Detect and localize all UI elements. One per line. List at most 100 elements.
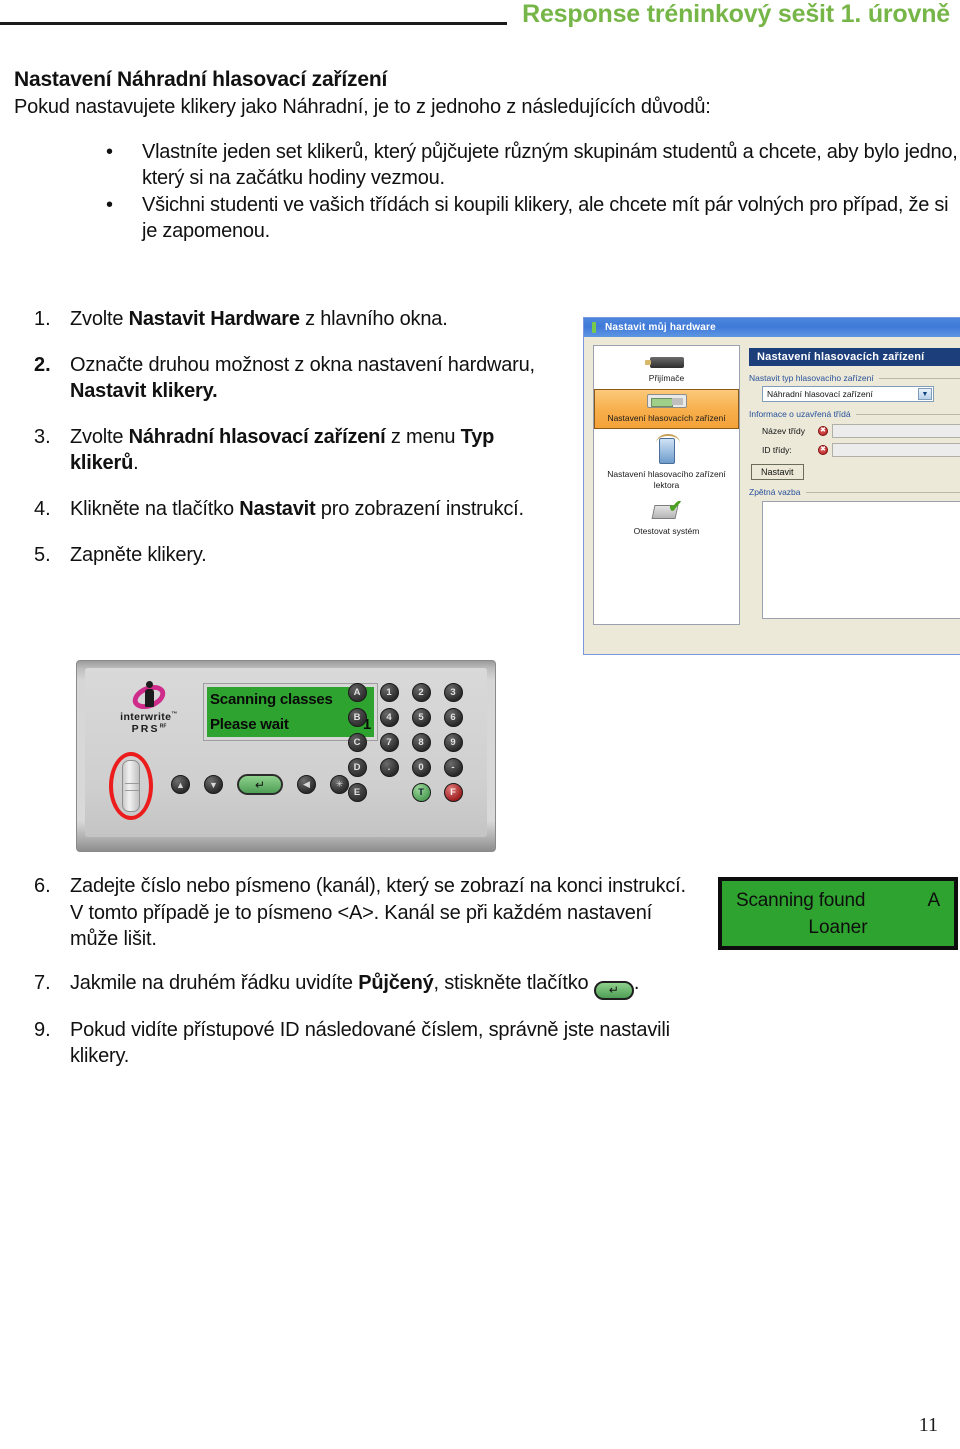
keypad-key-b[interactable]: B	[347, 708, 367, 727]
keypad-key-e[interactable]: E	[347, 783, 367, 802]
step-text: Klikněte na tlačítko Nastavit pro zobraz…	[70, 496, 524, 522]
step-text-tail: .	[633, 971, 640, 994]
interwrite-prs-logo: interwrite™ PRSRF	[105, 680, 193, 735]
class-name-row: Název třídy ✖	[762, 424, 960, 438]
feedback-textarea[interactable]	[762, 501, 960, 619]
step-text-fragment: Označte druhou možnost z okna nastavení …	[70, 354, 535, 376]
keypad-key-8[interactable]: 8	[411, 733, 431, 752]
step-text-fragment: pro zobrazení instrukcí.	[315, 498, 524, 520]
class-id-input[interactable]	[832, 443, 960, 457]
keypad-key-dash[interactable]: -	[443, 758, 463, 777]
sidebar-item-label: Přijímače	[648, 373, 685, 383]
bullet-text: Vlastníte jeden set klikerů, který půjču…	[142, 141, 958, 189]
sidebar-item-instructor-clicker[interactable]: Nastavení hlasovacího zařízení lektora	[594, 432, 739, 492]
error-icon: ✖	[818, 445, 828, 455]
sidebar-item-label: Otestovat systém	[633, 525, 700, 536]
feedback-group-label: Zpětná vazba	[749, 487, 960, 497]
step-number: 9.	[34, 1018, 51, 1041]
step-text-emphasis: Náhradní hlasovací zařízení	[128, 426, 386, 448]
panel-title: Nastavení hlasovacích zařízení	[749, 348, 960, 366]
clicker-device-photo: interwrite™ PRSRF Scanning classes Pleas…	[76, 660, 496, 852]
keypad-key-c[interactable]: C	[347, 733, 367, 752]
steps-lower-list: 6. Zadejte číslo nebo písmeno (kanál), kt…	[34, 873, 694, 1087]
keypad-key-f[interactable]: F	[443, 783, 463, 802]
window-title: Nastavit můj hardware	[605, 322, 716, 333]
window-body: Přijímače Nastavení hlasovacích zařízení…	[584, 337, 960, 654]
list-item: 2. Označte druhou možnost z okna nastaven…	[34, 352, 554, 404]
keypad-key-4[interactable]: 4	[379, 708, 399, 727]
result-lcd-line-2: Loaner	[808, 917, 868, 938]
step-text: Zvolte Náhradní hlasovací zařízení z men…	[70, 424, 554, 476]
result-lcd-line-1: Scanning found A	[736, 887, 940, 915]
class-info-group-label: Informace o uzavřená třídá	[749, 409, 960, 419]
step-text-emphasis: Půjčený	[358, 971, 434, 994]
steps-upper-list: 1. Zvolte Nastavit Hardware z hlavního ok…	[34, 306, 554, 588]
step-text-fragment: Zvolte	[70, 426, 129, 448]
page-number: 11	[918, 1414, 938, 1436]
step-text-fragment: .	[133, 452, 139, 474]
clicker-icon	[646, 393, 687, 408]
left-arrow-button[interactable]: ◀	[297, 775, 316, 794]
list-item: 9. Pokud vidíte přístupové ID následované…	[34, 1017, 694, 1070]
class-info-group-text: Informace o uzavřená třídá	[749, 409, 851, 419]
list-item: 4. Klikněte na tlačítko Nastavit pro zobr…	[34, 496, 554, 522]
receiver-icon	[644, 357, 684, 368]
step-text-fragment: z hlavního okna.	[299, 308, 448, 330]
keypad-key-d[interactable]: D	[347, 758, 367, 777]
interwrite-logo-icon	[129, 680, 169, 714]
header-divider	[0, 22, 507, 25]
bullet-icon: •	[106, 141, 114, 163]
step-text-fragment: Zadejte číslo nebo písmeno (kanál), kter…	[70, 875, 686, 951]
brand-name-line2: PRSRF	[131, 723, 167, 735]
keypad-key-5[interactable]: 5	[411, 708, 431, 727]
error-icon: ✖	[818, 426, 828, 436]
list-item: • Všichni studenti ve vašich třídách si k…	[100, 193, 960, 244]
step-number: 5.	[34, 544, 51, 566]
step-text-emphasis: Nastavit klikery.	[70, 380, 218, 402]
setup-button[interactable]: Nastavit	[751, 464, 804, 480]
keypad-spacer	[380, 783, 399, 802]
device-type-select[interactable]: Náhradní hlasovací zařízení ▼	[762, 386, 934, 402]
keypad-key-dot[interactable]: .	[379, 758, 399, 777]
window-titlebar: Nastavit můj hardware	[584, 318, 960, 337]
sidebar-item-setup-clickers[interactable]: Nastavení hlasovacích zařízení	[594, 388, 739, 430]
sidebar-item-receivers[interactable]: Přijímače	[594, 357, 739, 386]
keypad-key-1[interactable]: 1	[379, 683, 399, 702]
feedback-group-text: Zpětná vazba	[749, 487, 801, 497]
result-lcd-line-1-left: Scanning found	[736, 890, 866, 911]
device-control-buttons: ▲ ▼ ↵ ◀ ✳	[171, 774, 349, 795]
bullet-icon: •	[106, 194, 114, 217]
keypad-key-2[interactable]: 2	[411, 683, 431, 702]
reasons-bullet-list: • Vlastníte jeden set klikerů, který půjč…	[100, 140, 960, 246]
class-name-label: Název třídy	[762, 426, 805, 436]
page-title: Nastavení Náhradní hlasovací zařízení	[14, 68, 388, 91]
step-text-emphasis: Nastavit	[239, 498, 316, 520]
step-text-fragment: Zapněte klikery.	[70, 544, 207, 566]
header-title: Response tréninkový sešit 1. úrovně	[522, 0, 950, 28]
class-name-input[interactable]	[832, 424, 960, 438]
down-arrow-button[interactable]: ▼	[204, 775, 223, 794]
device-type-group-text: Nastavit typ hlasovacího zařízení	[749, 373, 874, 383]
keypad-key-a[interactable]: A	[347, 683, 367, 702]
step-number: 6.	[34, 875, 51, 897]
chevron-down-icon[interactable]: ▼	[918, 388, 932, 400]
keypad-key-0[interactable]: 0	[411, 758, 431, 777]
sidebar-item-test-system[interactable]: Otestovat systém	[594, 493, 739, 539]
bullet-text: Všichni studenti ve vašich třídách si ko…	[142, 194, 949, 242]
step-number: 4.	[34, 498, 51, 520]
up-arrow-button[interactable]: ▲	[171, 775, 190, 794]
enter-button[interactable]: ↵	[237, 774, 283, 795]
device-type-group-label: Nastavit typ hlasovacího zařízení	[749, 373, 960, 383]
step-text: Zadejte číslo nebo písmeno (kanál), kter…	[70, 873, 694, 953]
power-slider-switch[interactable]	[122, 760, 140, 812]
keypad-key-3[interactable]: 3	[443, 683, 463, 702]
lcd-line-1-left: Scanning classes	[210, 691, 333, 708]
keypad-key-7[interactable]: 7	[379, 733, 399, 752]
step-text-emphasis: Nastavit Hardware	[128, 308, 300, 330]
keypad-key-6[interactable]: 6	[443, 708, 463, 727]
list-item: 1. Zvolte Nastavit Hardware z hlavního ok…	[34, 306, 554, 332]
step-text-fragment: Pokud vidíte přístupové ID následované č…	[70, 1018, 670, 1068]
keypad-key-t[interactable]: T	[411, 783, 431, 802]
keypad-key-9[interactable]: 9	[443, 733, 463, 752]
list-item: 6. Zadejte číslo nebo písmeno (kanál), kt…	[34, 873, 694, 953]
